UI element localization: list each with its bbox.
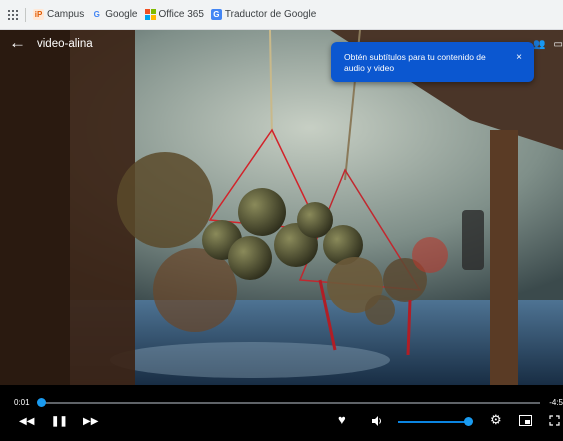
volume-slider[interactable] xyxy=(398,421,468,423)
campus-icon: iP xyxy=(33,9,44,20)
apps-grid-icon[interactable] xyxy=(8,9,18,20)
current-time: 0:01 xyxy=(14,398,30,407)
heart-icon[interactable]: ♥ xyxy=(338,413,346,426)
people-icon[interactable]: 👥 xyxy=(533,39,545,50)
video-scene xyxy=(0,30,563,390)
office-icon xyxy=(144,9,156,20)
rewind-icon[interactable]: ◀◀ xyxy=(19,416,34,428)
pause-icon[interactable]: ❚❚ xyxy=(51,416,68,428)
video-frame[interactable]: ← video-alina 👥 ▭ Obtén subtítulos para … xyxy=(0,30,563,390)
bookmark-campus[interactable]: iP Campus xyxy=(33,9,84,20)
close-icon[interactable]: × xyxy=(516,52,522,63)
translate-icon: G xyxy=(210,9,222,20)
bookmark-label: Traductor de Google xyxy=(224,9,317,20)
remaining-time: -4:5 xyxy=(549,398,563,407)
fast-forward-icon[interactable]: ▶▶ xyxy=(83,416,98,428)
volume-icon[interactable] xyxy=(371,415,383,431)
bookmark-translate[interactable]: G Traductor de Google xyxy=(210,9,317,20)
toast-message: Obtén subtítulos para tu contenido de au… xyxy=(344,52,486,73)
back-arrow-icon[interactable]: ← xyxy=(9,33,26,53)
video-title: video-alina xyxy=(37,38,93,50)
bookmark-google[interactable]: G Google xyxy=(91,9,138,20)
cast-icon[interactable]: ▭ xyxy=(554,39,563,50)
bookmark-label: Campus xyxy=(47,9,85,20)
seek-bar[interactable] xyxy=(40,402,540,404)
fullscreen-icon[interactable] xyxy=(549,415,560,430)
video-player: ← video-alina 👥 ▭ Obtén subtítulos para … xyxy=(0,30,563,441)
bookmark-office[interactable]: Office 365 xyxy=(144,9,204,20)
bookmark-label: Office 365 xyxy=(158,9,204,20)
miniplayer-icon[interactable] xyxy=(519,415,532,430)
subtitles-toast: Obtén subtítulos para tu contenido de au… xyxy=(331,42,534,82)
bookmarks-divider xyxy=(25,7,26,22)
settings-gear-icon[interactable]: ⚙ xyxy=(490,413,502,426)
bookmarks-bar: iP Campus G Google Office 365 G Traducto… xyxy=(0,0,563,30)
volume-thumb[interactable] xyxy=(464,417,473,426)
bookmark-label: Google xyxy=(105,9,138,20)
player-controls: 0:01 -4:5 ◀◀ ❚❚ ▶▶ ♥ ⚙ xyxy=(0,385,563,441)
seek-thumb[interactable] xyxy=(37,398,46,407)
google-icon: G xyxy=(93,10,100,19)
